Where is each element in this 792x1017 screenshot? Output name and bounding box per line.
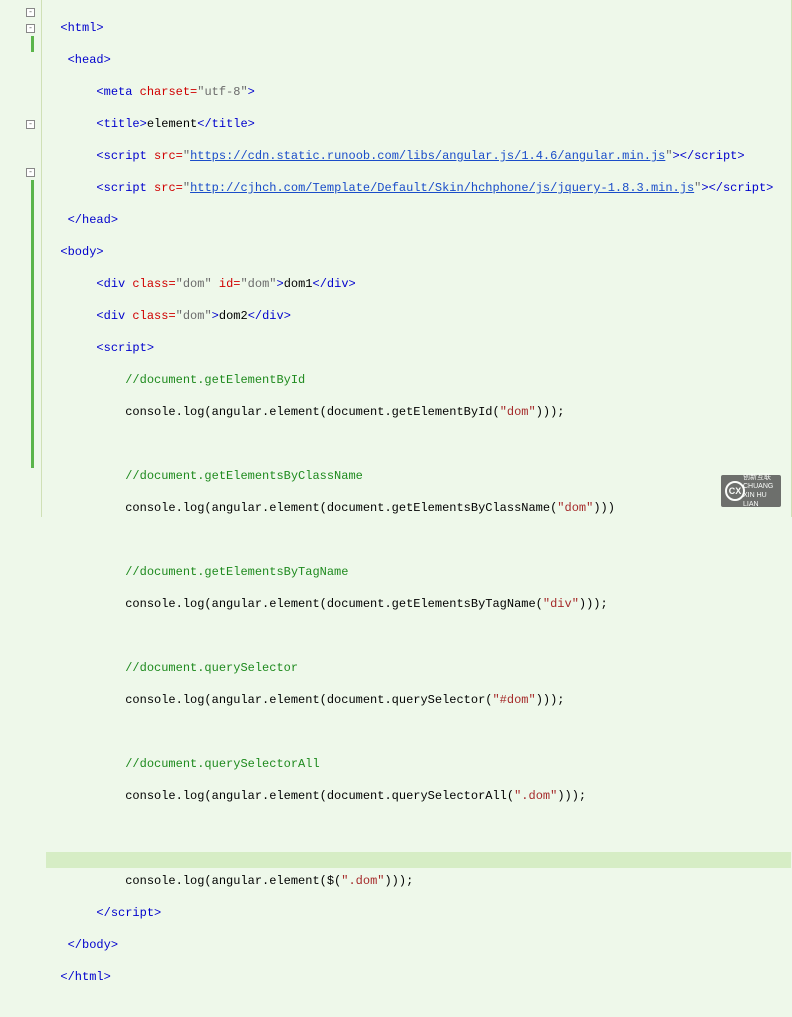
code-line: <div class="dom">dom2</div> xyxy=(46,308,791,324)
code-line: //document.getElementsByClassName xyxy=(46,468,791,484)
change-bar xyxy=(31,324,34,340)
fold-icon[interactable]: - xyxy=(26,168,35,177)
watermark-icon: CX xyxy=(725,481,745,501)
code-line xyxy=(46,820,791,836)
gutter-line xyxy=(0,212,41,228)
gutter-line xyxy=(0,244,41,260)
gutter-line xyxy=(0,468,41,484)
gutter-line xyxy=(0,436,41,452)
gutter-line xyxy=(0,228,41,244)
change-bar xyxy=(31,420,34,436)
change-bar xyxy=(31,196,34,212)
gutter-line xyxy=(0,324,41,340)
gutter-line xyxy=(0,372,41,388)
code-line: <meta charset="utf-8"> xyxy=(46,84,791,100)
code-line: </body> xyxy=(46,937,791,953)
change-bar xyxy=(31,356,34,372)
code-line: </script> xyxy=(46,905,791,921)
change-bar xyxy=(31,228,34,244)
gutter-line: - xyxy=(0,164,41,180)
code-line xyxy=(46,724,791,740)
change-bar xyxy=(31,276,34,292)
code-line: <script> xyxy=(46,340,791,356)
change-bar xyxy=(31,260,34,276)
gutter: - - - - xyxy=(0,0,42,517)
gutter-line xyxy=(0,260,41,276)
code-line: <title>element</title> xyxy=(46,116,791,132)
gutter-line xyxy=(0,484,41,500)
change-bar xyxy=(31,388,34,404)
code-editor[interactable]: - - - - <html> <head> <meta charse xyxy=(0,0,792,517)
code-line: <script src="http://cjhch.com/Template/D… xyxy=(46,180,791,196)
code-area[interactable]: <html> <head> <meta charset="utf-8"> <ti… xyxy=(42,0,791,517)
gutter-line xyxy=(0,420,41,436)
change-bar xyxy=(31,212,34,228)
gutter-line xyxy=(0,148,41,164)
gutter-line xyxy=(0,132,41,148)
code-line: //document.querySelector xyxy=(46,660,791,676)
code-line xyxy=(46,628,791,644)
code-line: <head> xyxy=(46,52,791,68)
gutter-line xyxy=(0,276,41,292)
code-line: console.log(angular.element(document.que… xyxy=(46,788,791,804)
code-line: <script src="https://cdn.static.runoob.c… xyxy=(46,148,791,164)
code-line: //document.getElementsByTagName xyxy=(46,564,791,580)
change-bar xyxy=(31,36,34,52)
gutter-line xyxy=(0,100,41,116)
gutter-line xyxy=(0,196,41,212)
gutter-line xyxy=(0,52,41,68)
gutter-line: - xyxy=(0,4,41,20)
code-line: console.log(angular.element(document.get… xyxy=(46,404,791,420)
watermark-logo: CX 创新互联CHUANG XIN HU LIAN xyxy=(721,475,781,507)
change-bar xyxy=(31,372,34,388)
code-line xyxy=(46,532,791,548)
code-line: console.log(angular.element(document.get… xyxy=(46,596,791,612)
gutter-line xyxy=(0,404,41,420)
gutter-line xyxy=(0,292,41,308)
change-bar xyxy=(31,436,34,452)
watermark-text: 创新互联CHUANG XIN HU LIAN xyxy=(743,473,781,509)
gutter-line: - xyxy=(0,116,41,132)
code-line: //document.querySelectorAll xyxy=(46,756,791,772)
fold-icon[interactable]: - xyxy=(26,120,35,129)
change-bar xyxy=(31,340,34,356)
code-line: console.log(angular.element(document.que… xyxy=(46,692,791,708)
gutter-line xyxy=(0,36,41,52)
change-bar xyxy=(31,452,34,468)
gutter-line xyxy=(0,68,41,84)
gutter-line: - xyxy=(0,20,41,36)
gutter-line xyxy=(0,340,41,356)
code-line: console.log(angular.element($(".dom"))); xyxy=(46,873,791,889)
gutter-line xyxy=(0,308,41,324)
highlighted-line xyxy=(46,852,791,868)
change-bar xyxy=(31,292,34,308)
change-bar xyxy=(31,244,34,260)
code-line: </html> xyxy=(46,969,791,985)
fold-icon[interactable]: - xyxy=(26,24,35,33)
code-line: <body> xyxy=(46,244,791,260)
code-line: <div class="dom" id="dom">dom1</div> xyxy=(46,276,791,292)
code-line xyxy=(46,436,791,452)
gutter-line xyxy=(0,356,41,372)
change-bar xyxy=(31,180,34,196)
gutter-line xyxy=(0,452,41,468)
code-line: <html> xyxy=(46,20,791,36)
fold-icon[interactable]: - xyxy=(26,8,35,17)
gutter-line xyxy=(0,84,41,100)
code-line: console.log(angular.element(document.get… xyxy=(46,500,791,516)
gutter-line xyxy=(0,388,41,404)
gutter-line xyxy=(0,180,41,196)
change-bar xyxy=(31,308,34,324)
change-bar xyxy=(31,404,34,420)
code-line: //document.getElementById xyxy=(46,372,791,388)
code-line: </head> xyxy=(46,212,791,228)
